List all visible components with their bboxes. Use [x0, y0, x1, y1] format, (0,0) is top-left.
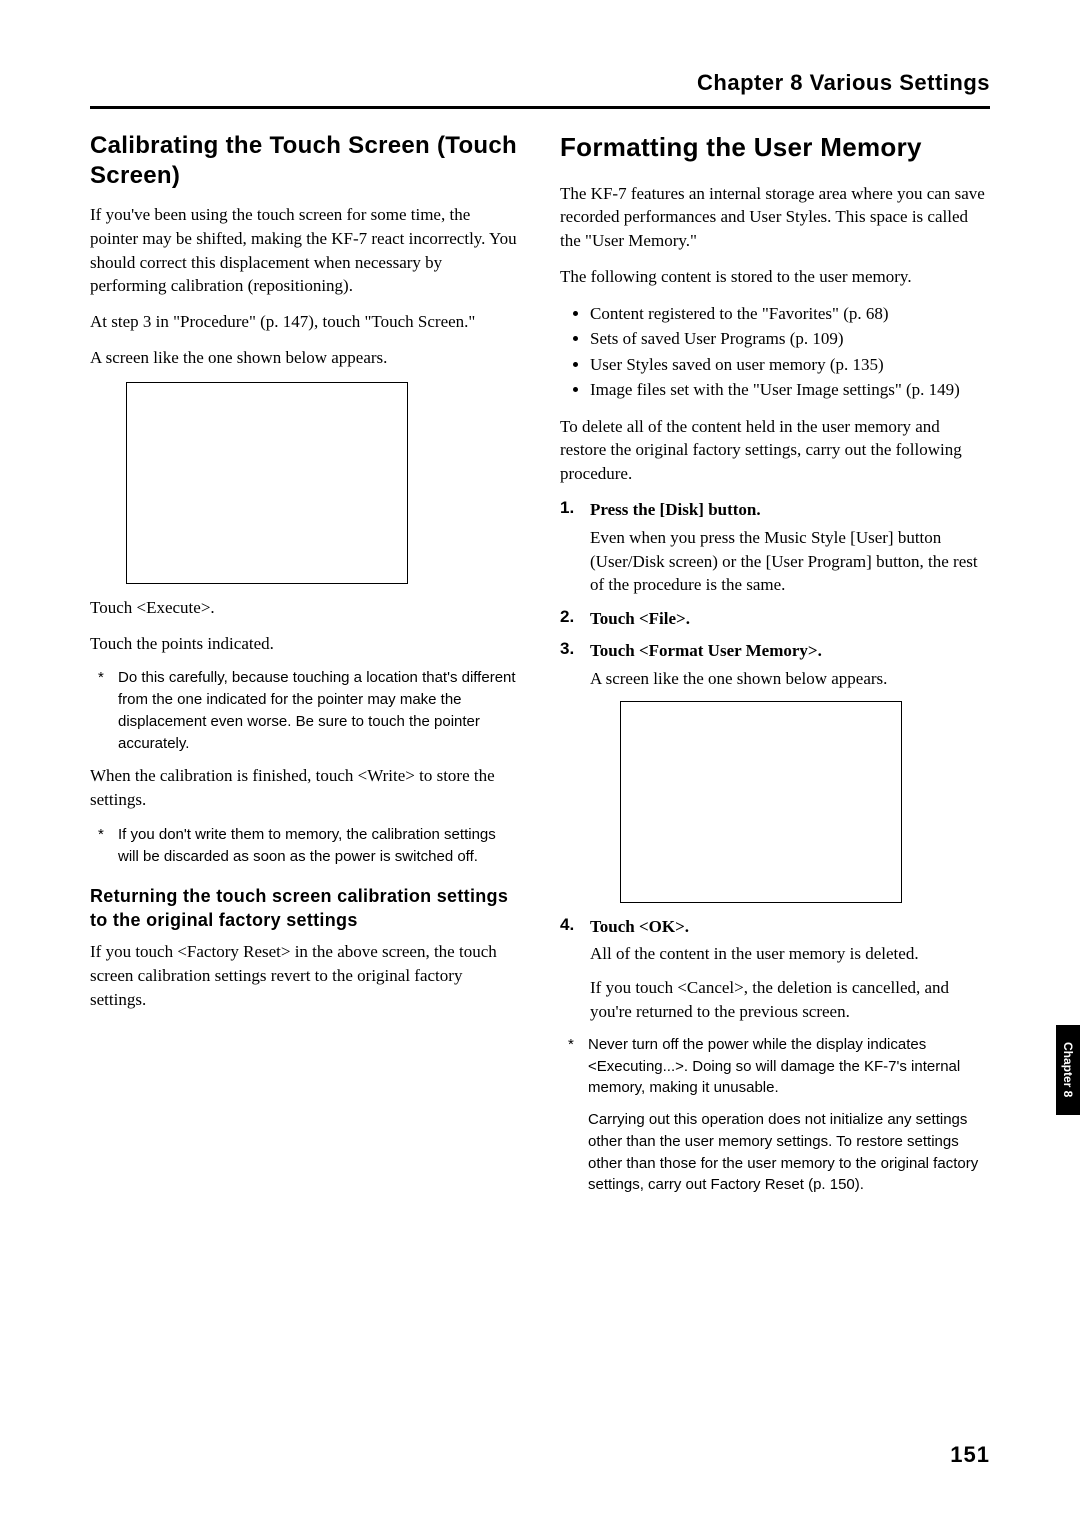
left-column: Calibrating the Touch Screen (Touch Scre…	[90, 131, 520, 1206]
footnote-continued: Carrying out this operation does not ini…	[560, 1109, 990, 1196]
para: Touch the points indicated.	[90, 632, 520, 656]
chapter-header: Chapter 8 Various Settings	[90, 70, 990, 96]
para: When the calibration is finished, touch …	[90, 764, 520, 812]
step-1: 1. Press the [Disk] button.	[560, 498, 990, 522]
step-number: 2.	[560, 607, 590, 631]
step-body: A screen like the one shown below appear…	[590, 667, 990, 691]
step-4: 4. Touch <OK>.	[560, 915, 990, 939]
page: Chapter 8 Various Settings Calibrating t…	[0, 0, 1080, 1528]
section-title-calibrating: Calibrating the Touch Screen (Touch Scre…	[90, 131, 520, 191]
para: At step 3 in "Procedure" (p. 147), touch…	[90, 310, 520, 334]
right-column: Formatting the User Memory The KF-7 feat…	[560, 131, 990, 1206]
para: Touch <Execute>.	[90, 596, 520, 620]
note-text: Do this carefully, because touching a lo…	[118, 669, 516, 751]
list-item: Image files set with the "User Image set…	[590, 377, 990, 403]
footnote: * Do this carefully, because touching a l…	[90, 667, 520, 754]
section-title-formatting: Formatting the User Memory	[560, 131, 990, 164]
header-rule	[90, 106, 990, 109]
screenshot-placeholder	[620, 701, 902, 903]
step-body: Even when you press the Music Style [Use…	[590, 526, 990, 597]
asterisk-icon: *	[98, 667, 104, 689]
step-number: 1.	[560, 498, 590, 522]
step-number: 4.	[560, 915, 590, 939]
chapter-side-tab: Chapter 8	[1056, 1025, 1080, 1115]
step-instruction: Touch <File>.	[590, 607, 690, 631]
asterisk-icon: *	[98, 824, 104, 846]
page-number: 151	[950, 1442, 990, 1468]
para: The following content is stored to the u…	[560, 265, 990, 289]
subsection-title-returning: Returning the touch screen calibration s…	[90, 885, 520, 932]
footnote: * If you don't write them to memory, the …	[90, 824, 520, 868]
para: To delete all of the content held in the…	[560, 415, 990, 486]
step-2: 2. Touch <File>.	[560, 607, 990, 631]
asterisk-icon: *	[568, 1034, 574, 1056]
screenshot-placeholder	[126, 382, 408, 584]
step-instruction: Touch <OK>.	[590, 915, 689, 939]
note-text: If you don't write them to memory, the c…	[118, 826, 496, 865]
para: The KF-7 features an internal storage ar…	[560, 182, 990, 253]
step-body: If you touch <Cancel>, the deletion is c…	[590, 976, 990, 1024]
list-item: User Styles saved on user memory (p. 135…	[590, 352, 990, 378]
step-number: 3.	[560, 639, 590, 663]
list-item: Content registered to the "Favorites" (p…	[590, 301, 990, 327]
list-item: Sets of saved User Programs (p. 109)	[590, 326, 990, 352]
step-instruction: Touch <Format User Memory>.	[590, 639, 822, 663]
para: A screen like the one shown below appear…	[90, 346, 520, 370]
step-3: 3. Touch <Format User Memory>.	[560, 639, 990, 663]
two-column-layout: Calibrating the Touch Screen (Touch Scre…	[90, 131, 990, 1206]
footnote: * Never turn off the power while the disp…	[560, 1034, 990, 1099]
content-list: Content registered to the "Favorites" (p…	[560, 301, 990, 403]
step-body: All of the content in the user memory is…	[590, 942, 990, 966]
para: If you touch <Factory Reset> in the abov…	[90, 940, 520, 1011]
para: If you've been using the touch screen fo…	[90, 203, 520, 298]
step-instruction: Press the [Disk] button.	[590, 498, 761, 522]
note-text: Never turn off the power while the displ…	[588, 1036, 960, 1097]
